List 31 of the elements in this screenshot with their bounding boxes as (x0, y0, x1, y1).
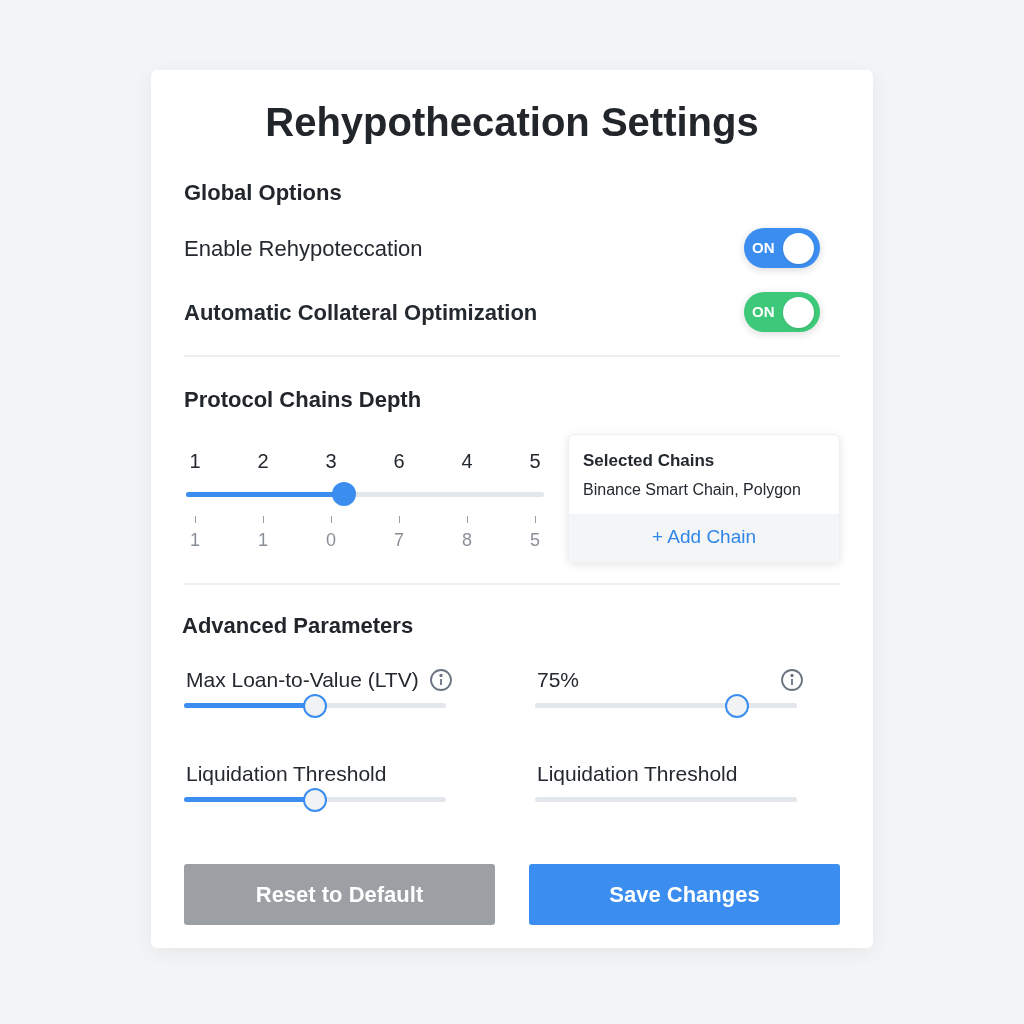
toggle-label: Automatic Collateral Optimization (184, 298, 538, 327)
section-heading: Protocol Chains Depth (184, 386, 423, 414)
add-chain-button[interactable]: + Add Chain (569, 513, 839, 562)
panel-title: Selected Chains (583, 450, 716, 472)
reset-button[interactable]: Reset to Default (184, 863, 495, 925)
scale-label: 5 (528, 449, 542, 474)
card-title: Rehypothecation Settings (264, 99, 760, 146)
scale-label: 1 (188, 449, 202, 474)
slider-label: Liquidation Threshold (185, 760, 387, 787)
info-icon (429, 667, 453, 692)
tick-label: 7 (394, 529, 404, 552)
slider-label: Max Loan-to-Value (LTV) (185, 666, 419, 693)
tick-label: 5 (530, 529, 540, 552)
tick-label: 1 (258, 529, 268, 552)
scale-label: 4 (460, 449, 474, 474)
slider-label: 75% (536, 666, 580, 693)
scale-label: 3 (324, 449, 338, 474)
scale-label: 2 (256, 449, 270, 474)
tick-label: 8 (462, 529, 472, 552)
section-heading: Advanced Parameters (182, 611, 415, 640)
toggle-switch[interactable]: ON (744, 292, 820, 332)
toggle-label: Enable Rehypoteccation (184, 234, 423, 263)
save-button[interactable]: Save Changes (529, 863, 840, 925)
tick-label: 1 (190, 529, 200, 552)
slider-label: Liquidation Threshold (536, 760, 738, 787)
section-heading: Global Options (184, 179, 343, 207)
selected-chains-text: Binance Smart Chain, Polygon (583, 479, 802, 500)
toggle-switch[interactable]: ON (744, 228, 820, 268)
info-icon (780, 667, 804, 692)
tick-label: 0 (326, 529, 336, 552)
scale-label: 6 (392, 449, 406, 474)
